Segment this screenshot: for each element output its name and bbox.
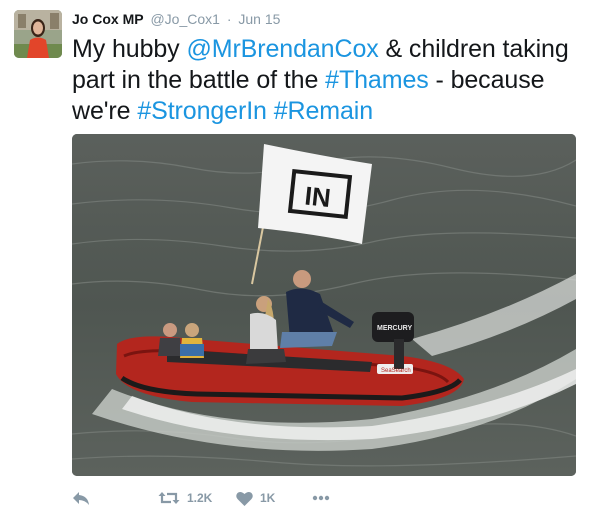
author-handle[interactable]: @Jo_Cox1: [150, 11, 219, 27]
tweet-text-link[interactable]: #Thames: [325, 66, 429, 94]
tweet-text-link[interactable]: #Remain: [274, 97, 373, 125]
retweet-icon: [158, 492, 180, 504]
tweet-text-segment: My hubby: [72, 35, 187, 63]
like-count: 1K: [260, 491, 276, 505]
heart-icon: [236, 491, 253, 506]
tweet-text-segment: [267, 97, 274, 125]
more-button[interactable]: [312, 486, 330, 510]
separator: ·: [226, 11, 232, 27]
reply-icon: [73, 492, 89, 505]
tweet-photo[interactable]: MERCURY IN SeaSearch: [72, 134, 576, 476]
boat-brand-text: SeaSearch: [381, 368, 411, 374]
retweet-count: 1.2K: [187, 491, 213, 505]
tweet-card: Jo Cox MP @Jo_Cox1 · Jun 15 My hubby @Mr…: [0, 0, 590, 522]
tweet-text-link[interactable]: #StrongerIn: [137, 97, 267, 125]
tweet-header: Jo Cox MP @Jo_Cox1 · Jun 15: [72, 10, 280, 28]
avatar[interactable]: [14, 10, 62, 58]
tweet-text: My hubby @MrBrendanCox & children taking…: [72, 34, 572, 127]
author-name[interactable]: Jo Cox MP: [72, 11, 144, 27]
reply-button[interactable]: [72, 486, 90, 510]
retweet-button[interactable]: 1.2K: [158, 486, 212, 510]
avatar-image: [14, 10, 62, 58]
tweet-text-link[interactable]: @MrBrendanCox: [186, 35, 378, 63]
outboard-brand-text: MERCURY: [377, 325, 412, 332]
tweet-actions: 1.2K 1K: [72, 486, 572, 510]
boat-photo: MERCURY IN SeaSearch: [72, 134, 576, 476]
more-icon: [312, 495, 330, 501]
flag-text: IN: [303, 180, 332, 213]
timestamp[interactable]: Jun 15: [238, 11, 280, 27]
like-button[interactable]: 1K: [236, 486, 275, 510]
